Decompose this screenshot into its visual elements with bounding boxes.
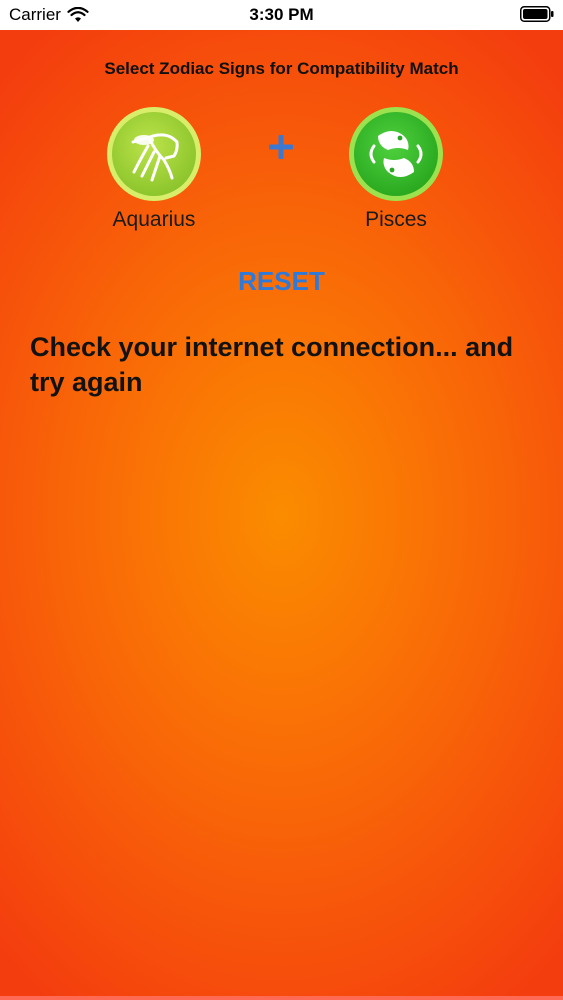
sign-label-aquarius: Aquarius [112, 208, 196, 231]
sign-selector-aquarius[interactable]: Aquarius [94, 106, 214, 232]
sign-label-pisces: Pisces [365, 208, 427, 231]
aquarius-icon[interactable] [106, 106, 202, 202]
plus-icon [269, 135, 293, 159]
reset-button[interactable]: RESET [0, 266, 563, 297]
status-bar: Carrier 3:30 PM [0, 0, 563, 30]
bottom-strip [0, 996, 563, 1000]
compatibility-screen: Select Zodiac Signs for Compatibility Ma… [0, 30, 563, 1000]
status-time: 3:30 PM [249, 5, 314, 24]
sign-selector-pisces[interactable]: Pisces [336, 106, 456, 232]
battery-icon [520, 6, 554, 22]
page-title: Select Zodiac Signs for Compatibility Ma… [104, 59, 459, 78]
pisces-icon[interactable] [348, 106, 444, 202]
error-message: Check your internet connection... and tr… [30, 332, 514, 397]
